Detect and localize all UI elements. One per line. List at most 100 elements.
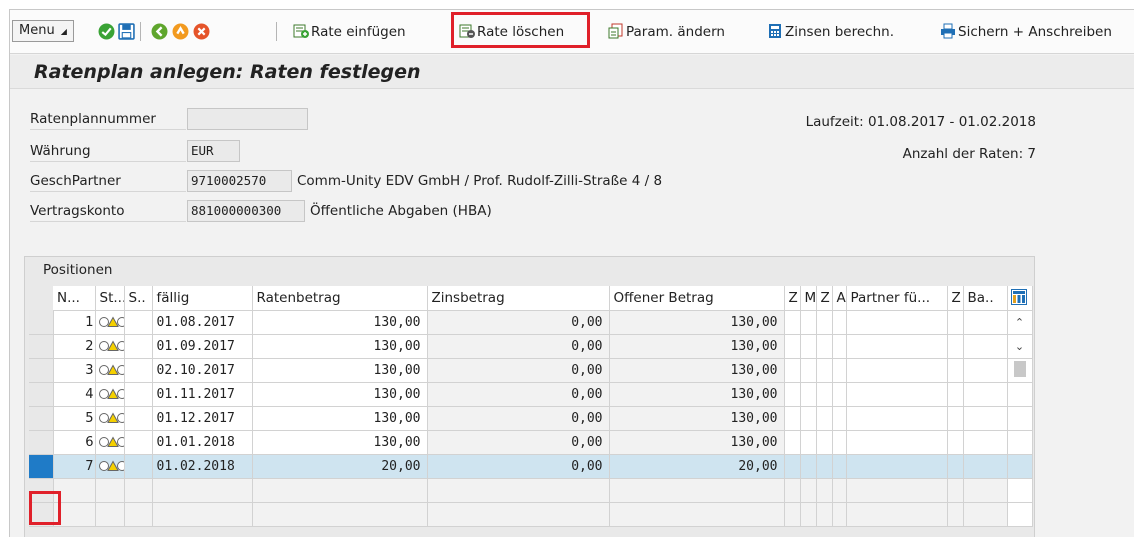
cell-s[interactable] — [124, 334, 153, 359]
cell-z2[interactable] — [816, 334, 833, 359]
exit-icon[interactable] — [172, 23, 189, 40]
cell-s[interactable] — [124, 358, 153, 383]
row-selector[interactable] — [29, 310, 54, 335]
row-selector[interactable] — [29, 382, 54, 407]
cell-a[interactable] — [832, 334, 847, 359]
cell-ratenbetrag[interactable]: 20,00 — [252, 454, 428, 479]
cell-s[interactable] — [124, 382, 153, 407]
col-header-partner[interactable]: Partner fü... — [846, 286, 948, 311]
check-icon[interactable] — [98, 23, 115, 40]
col-header-zinsbetrag[interactable]: Zinsbetrag — [427, 286, 610, 311]
cell-partner[interactable] — [846, 454, 948, 479]
cell-z1[interactable] — [784, 430, 801, 455]
cell-a[interactable] — [832, 310, 847, 335]
table-row[interactable]: 5 01.12.2017 130,00 0,00 130,00 — [29, 406, 1033, 431]
cell-faellig[interactable]: 01.08.2017 — [152, 310, 253, 335]
vertragskonto-field[interactable]: 881000000300 — [187, 200, 305, 222]
cell-faellig[interactable]: 01.12.2017 — [152, 406, 253, 431]
cell-z2[interactable] — [816, 358, 833, 383]
scrollbar-track[interactable] — [1007, 454, 1033, 479]
table-row[interactable]: 4 01.11.2017 130,00 0,00 130,00 — [29, 382, 1033, 407]
table-row[interactable]: 2 01.09.2017 130,00 0,00 130,00 ⌄ — [29, 334, 1033, 359]
row-selector[interactable] — [29, 358, 54, 383]
cell-ba[interactable] — [963, 430, 1008, 455]
scrollbar-track[interactable] — [1007, 430, 1033, 455]
cell-partner[interactable] — [846, 406, 948, 431]
scrollbar-thumb[interactable] — [1007, 358, 1033, 383]
cell-ba[interactable] — [963, 382, 1008, 407]
cell-partner[interactable] — [846, 310, 948, 335]
sichern-anschreiben-button[interactable]: Sichern + Anschreiben — [940, 20, 1112, 44]
cell-s[interactable] — [124, 430, 153, 455]
cell-z1[interactable] — [784, 406, 801, 431]
cell-ratenbetrag[interactable]: 130,00 — [252, 310, 428, 335]
cell-z3[interactable] — [947, 382, 964, 407]
column-settings-icon[interactable] — [1007, 286, 1033, 311]
cell-z3[interactable] — [947, 454, 964, 479]
cell-ba[interactable] — [963, 334, 1008, 359]
cell-a[interactable] — [832, 454, 847, 479]
param-aendern-button[interactable]: Param. ändern — [608, 20, 725, 44]
scroll-up-button[interactable]: ⌃ — [1007, 310, 1033, 335]
row-selector[interactable] — [29, 454, 54, 479]
col-header-n[interactable]: N... — [53, 286, 96, 311]
col-header-a[interactable]: A — [832, 286, 847, 311]
row-selector[interactable] — [29, 334, 54, 359]
cell-m[interactable] — [800, 430, 817, 455]
cell-z1[interactable] — [784, 382, 801, 407]
cell-m[interactable] — [800, 406, 817, 431]
cell-partner[interactable] — [846, 358, 948, 383]
col-header-z1[interactable]: Z — [784, 286, 801, 311]
col-header-s[interactable]: S.. — [124, 286, 153, 311]
cell-m[interactable] — [800, 310, 817, 335]
row-selector[interactable] — [29, 430, 54, 455]
cell-faellig[interactable]: 01.01.2018 — [152, 430, 253, 455]
cell-z3[interactable] — [947, 430, 964, 455]
cell-faellig[interactable]: 02.10.2017 — [152, 358, 253, 383]
save-icon[interactable] — [118, 23, 135, 40]
row-selector[interactable] — [29, 406, 54, 431]
cell-s[interactable] — [124, 406, 153, 431]
scrollbar-track[interactable] — [1007, 382, 1033, 407]
zinsen-berechn-button[interactable]: Zinsen berechn. — [767, 20, 894, 44]
cell-ratenbetrag[interactable]: 130,00 — [252, 382, 428, 407]
cell-a[interactable] — [832, 358, 847, 383]
back-icon[interactable] — [151, 23, 168, 40]
table-row[interactable]: 7 01.02.2018 20,00 0,00 20,00 — [29, 454, 1033, 479]
cell-ratenbetrag[interactable]: 130,00 — [252, 406, 428, 431]
cell-z2[interactable] — [816, 406, 833, 431]
col-header-offener-betrag[interactable]: Offener Betrag — [609, 286, 785, 311]
table-row[interactable] — [29, 502, 1033, 527]
col-header-ba[interactable]: Ba.. — [963, 286, 1008, 311]
cell-z1[interactable] — [784, 310, 801, 335]
rate-einfuegen-button[interactable]: Rate einfügen — [293, 20, 406, 44]
scrollbar-track[interactable] — [1007, 406, 1033, 431]
cell-z3[interactable] — [947, 310, 964, 335]
cell-z2[interactable] — [816, 430, 833, 455]
table-row[interactable] — [29, 478, 1033, 503]
cell-z3[interactable] — [947, 406, 964, 431]
ratenplannummer-field[interactable] — [187, 108, 308, 130]
col-header-m[interactable]: M — [800, 286, 817, 311]
cell-ba[interactable] — [963, 310, 1008, 335]
cell-m[interactable] — [800, 382, 817, 407]
cell-m[interactable] — [800, 454, 817, 479]
table-row[interactable]: 3 02.10.2017 130,00 0,00 130,00 — [29, 358, 1033, 383]
cell-m[interactable] — [800, 334, 817, 359]
col-header-z2[interactable]: Z — [816, 286, 833, 311]
cell-z3[interactable] — [947, 358, 964, 383]
col-header-faellig[interactable]: fällig — [152, 286, 253, 311]
cell-s[interactable] — [124, 454, 153, 479]
cell-partner[interactable] — [846, 382, 948, 407]
cancel-icon[interactable] — [193, 23, 210, 40]
cell-z2[interactable] — [816, 454, 833, 479]
cell-z1[interactable] — [784, 454, 801, 479]
cell-faellig[interactable]: 01.02.2018 — [152, 454, 253, 479]
cell-ratenbetrag[interactable]: 130,00 — [252, 430, 428, 455]
table-row[interactable]: 6 01.01.2018 130,00 0,00 130,00 — [29, 430, 1033, 455]
cell-m[interactable] — [800, 358, 817, 383]
cell-ratenbetrag[interactable]: 130,00 — [252, 358, 428, 383]
cell-partner[interactable] — [846, 430, 948, 455]
scrollbar-track[interactable] — [1007, 502, 1033, 527]
cell-z1[interactable] — [784, 334, 801, 359]
